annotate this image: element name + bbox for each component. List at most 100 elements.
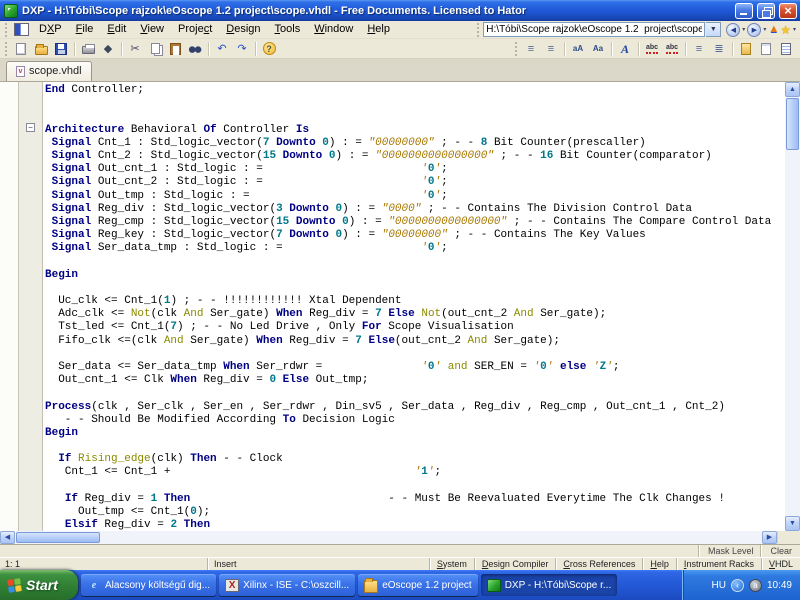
status-panel-design-compiler[interactable]: Design Compiler <box>473 558 556 570</box>
windows-flag-icon <box>7 577 22 593</box>
open-icon <box>34 43 48 55</box>
menu-help[interactable]: Help <box>360 21 397 38</box>
menu-tools[interactable]: Tools <box>268 21 308 38</box>
report-button[interactable] <box>776 40 796 58</box>
paste-button[interactable] <box>165 40 185 58</box>
menu-bar: DXP File Edit View Project Design Tools Window H… <box>0 21 800 39</box>
taskbar-buttons: e Alacsony költségű dig... X Xilinx - ISE -… <box>78 573 682 597</box>
dxp-menu-icon[interactable] <box>14 23 29 36</box>
status-panel-vhdl[interactable]: V HDL <box>760 558 800 570</box>
vertical-scrollbar-thumb[interactable] <box>786 98 799 150</box>
scroll-right-icon[interactable] <box>762 531 777 544</box>
tab-label: scope.vhdl <box>29 65 82 77</box>
to-uppercase-icon: Aa <box>592 43 604 53</box>
indent-button[interactable]: ≡ <box>521 40 541 58</box>
clear-button[interactable]: Clear <box>761 545 800 557</box>
language-indicator[interactable]: HU <box>712 580 726 591</box>
forward-history-button[interactable]: ▾ <box>762 26 767 33</box>
start-button[interactable]: Start <box>0 570 78 600</box>
to-lowercase-button[interactable]: aA <box>568 40 588 58</box>
preview-button[interactable]: ◆ <box>98 40 118 58</box>
address-dropdown-icon[interactable]: ▼ <box>706 22 722 37</box>
toolbar-separator <box>121 41 122 56</box>
new-document-button[interactable] <box>11 40 31 58</box>
menu-file[interactable]: File <box>69 21 101 38</box>
align-left-button[interactable]: ≡ <box>689 40 709 58</box>
taskbar-eoscope-icon <box>364 577 379 593</box>
up-button[interactable]: ▲ <box>768 24 779 35</box>
templates-button[interactable] <box>736 40 756 58</box>
scroll-left-icon[interactable] <box>0 531 15 544</box>
code-line: Fifo_clk <=(clk And Ser_gate) When Reg_d… <box>45 334 560 347</box>
address-input[interactable] <box>483 22 706 37</box>
status-panel-system[interactable]: System <box>428 558 474 570</box>
cursor-position: 1: 1 <box>0 558 208 570</box>
favorites-menu-button[interactable]: ▾ <box>792 26 797 33</box>
menu-project[interactable]: Project <box>171 21 219 38</box>
align-left-icon: ≡ <box>695 42 703 55</box>
addressbar-grip[interactable] <box>476 22 482 37</box>
scroll-down-icon[interactable] <box>785 516 800 531</box>
menu-dxp[interactable]: DXP <box>32 21 69 38</box>
save-button[interactable] <box>51 40 71 58</box>
dxp-app-icon <box>4 3 18 18</box>
horizontal-scrollbar-thumb[interactable] <box>16 532 100 543</box>
favorites-button[interactable]: ★ <box>780 24 791 36</box>
auto-correct-button[interactable]: abc <box>662 40 682 58</box>
find-button[interactable] <box>185 40 205 58</box>
hide-icons-icon[interactable]: ‹ <box>730 578 744 592</box>
code-line: End Controller; <box>45 84 145 96</box>
status-panel-instrument-racks[interactable]: Instrument Racks <box>675 558 761 570</box>
menu-edit[interactable]: Edit <box>100 21 133 38</box>
code-lines: End Controller; Architecture Behavioral … <box>45 84 785 531</box>
align-justify-button[interactable]: ≣ <box>709 40 729 58</box>
status-panel-cross-references[interactable]: Cross References <box>555 558 642 570</box>
copy-button[interactable] <box>145 40 165 58</box>
taskbar-xilinx-button[interactable]: X Xilinx - ISE - C:\oszcill... <box>219 574 356 596</box>
fold-collapse-icon[interactable]: − <box>26 123 35 132</box>
font-button[interactable]: A <box>615 40 635 58</box>
minimize-button[interactable] <box>735 2 753 19</box>
outdent-button[interactable]: ≡ <box>541 40 561 58</box>
horizontal-scrollbar-track[interactable] <box>101 531 762 544</box>
toolbar-grip[interactable] <box>514 41 519 56</box>
spell-check-button[interactable]: abc <box>642 40 662 58</box>
forward-button[interactable]: ▶ <box>747 22 762 37</box>
tab-scope-vhdl[interactable]: v scope.vhdl <box>6 61 92 81</box>
back-button[interactable]: ◀ <box>726 22 741 37</box>
restore-button[interactable] <box>757 2 775 19</box>
undo-button[interactable]: ↶ <box>212 40 232 58</box>
document-button[interactable] <box>756 40 776 58</box>
mask-level-button[interactable]: Mask Level <box>698 545 762 557</box>
back-history-button[interactable]: ▾ <box>741 26 746 33</box>
cut-button[interactable]: ✂ <box>125 40 145 58</box>
taskbar-ie-button[interactable]: e Alacsony költségű dig... <box>81 574 217 596</box>
taskbar-eoscope-button[interactable]: eOscope 1.2 project <box>358 574 478 596</box>
taskbar-dxp-button[interactable]: DXP - H:\Tóbi\Scope r... <box>480 574 618 596</box>
menu-design[interactable]: Design <box>219 21 267 38</box>
status-panel-help[interactable]: Help <box>642 558 676 570</box>
code-line: Adc_clk <= Not(clk And Ser_gate) When Re… <box>45 308 607 321</box>
toolbar-grip[interactable] <box>4 22 9 37</box>
vertical-scrollbar-track[interactable] <box>785 151 800 516</box>
print-button[interactable] <box>78 40 98 58</box>
taskbar-dxp-icon <box>486 578 501 592</box>
open-button[interactable] <box>31 40 51 58</box>
tray-icon[interactable]: a <box>748 578 762 592</box>
code-text-area[interactable]: End Controller; Architecture Behavioral … <box>43 82 785 531</box>
menu-window[interactable]: Window <box>307 21 360 38</box>
indent-icon: ≡ <box>527 42 535 55</box>
document-tab-bar: v scope.vhdl <box>0 59 800 82</box>
toolbar-grip[interactable] <box>4 41 9 56</box>
to-uppercase-button[interactable]: Aa <box>588 40 608 58</box>
menu-view[interactable]: View <box>133 21 171 38</box>
redo-button[interactable]: ↷ <box>232 40 252 58</box>
code-line: Signal Cnt_1 : Std_logic_vector(7 Downto… <box>51 136 646 149</box>
help-button[interactable]: ? <box>259 40 279 58</box>
close-button[interactable] <box>779 2 797 19</box>
scroll-up-icon[interactable] <box>785 82 800 97</box>
